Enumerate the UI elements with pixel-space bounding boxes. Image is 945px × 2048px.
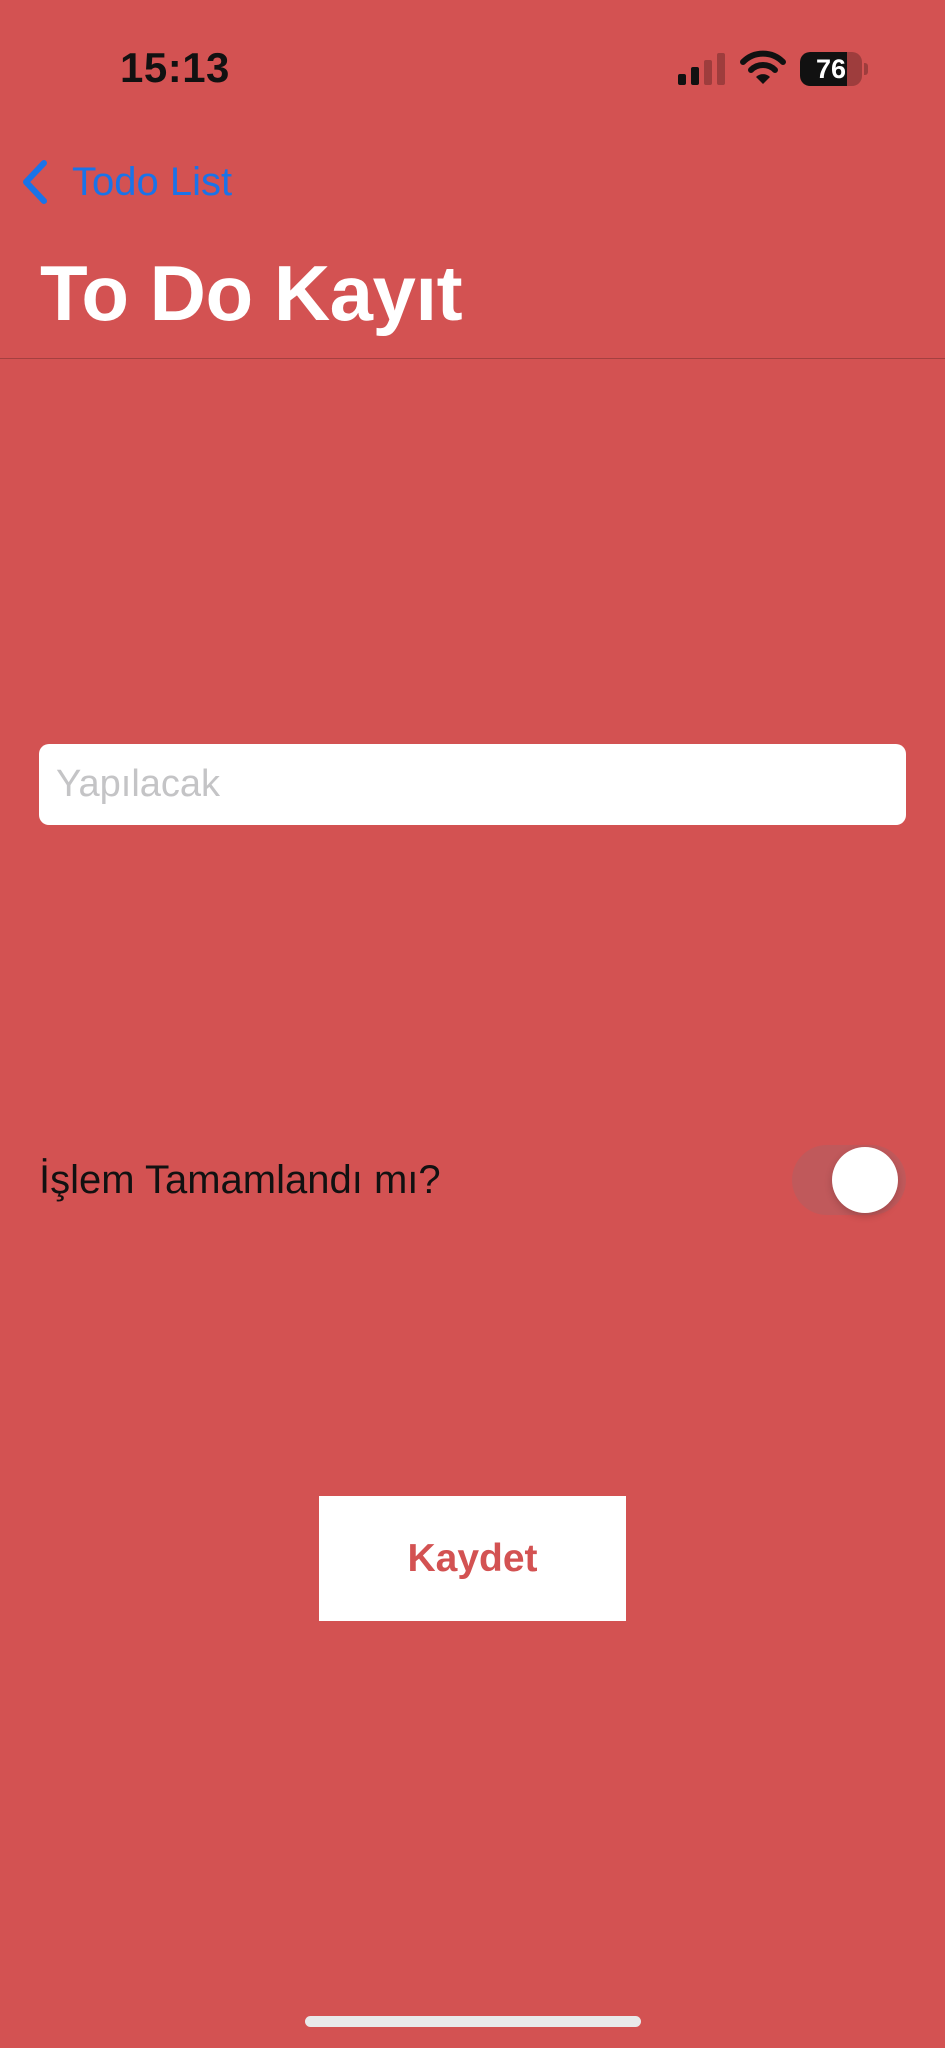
status-time: 15:13 xyxy=(120,44,230,91)
completed-label: İşlem Tamamlandı mı? xyxy=(39,1158,441,1202)
nav-divider xyxy=(0,358,945,359)
toggle-knob xyxy=(832,1147,898,1213)
battery-icon: 76 xyxy=(800,52,868,86)
page-title: To Do Kayıt xyxy=(40,249,463,337)
completed-toggle[interactable] xyxy=(792,1140,906,1220)
back-button[interactable]: Todo List xyxy=(18,152,232,212)
cellular-signal-icon xyxy=(678,53,725,85)
back-button-label: Todo List xyxy=(72,159,233,204)
completed-row: İşlem Tamamlandı mı? xyxy=(39,1140,906,1220)
home-indicator xyxy=(305,2016,641,2027)
save-button[interactable]: Kaydet xyxy=(319,1496,626,1621)
todo-input[interactable] xyxy=(39,744,906,825)
chevron-left-icon xyxy=(23,160,47,204)
status-bar: 15:13 76 xyxy=(0,0,945,140)
wifi-icon xyxy=(740,50,786,84)
battery-percentage: 76 xyxy=(815,54,847,84)
